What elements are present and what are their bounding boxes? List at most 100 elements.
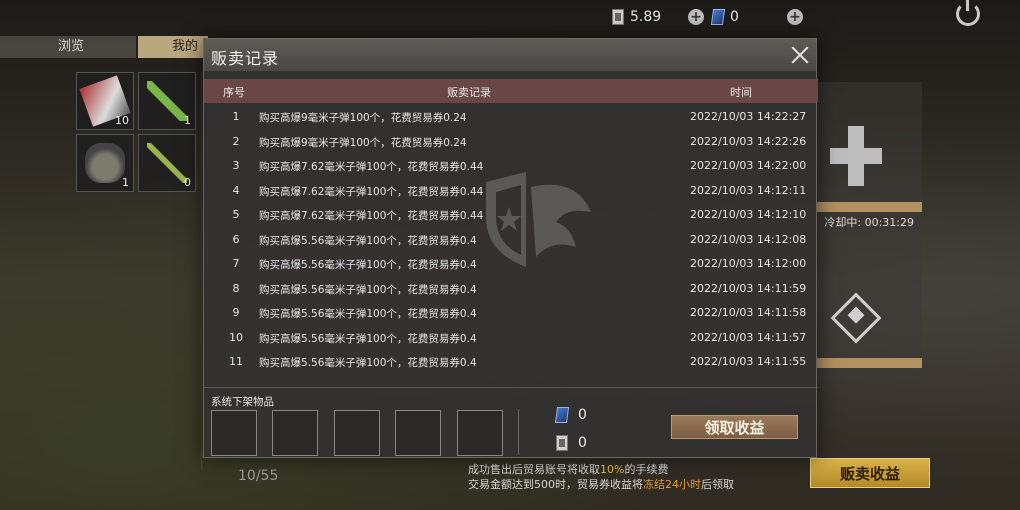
- card-reward-count: 0: [578, 407, 587, 423]
- medical-cross-icon: [830, 126, 882, 186]
- fee-notice: 成功售出后贸易账号将收取10%的手续费 交易金额达到500时，贸易券收益将冻结2…: [468, 462, 734, 492]
- status-bar: [816, 358, 922, 368]
- row-record: 购买高爆5.56毫米子弹100个，花费贸易券0.4: [259, 308, 477, 320]
- dialog-header: 贩卖记录: [204, 39, 816, 71]
- row-seq: 2: [232, 134, 240, 148]
- row-seq: 10: [229, 330, 243, 344]
- claim-earnings-button[interactable]: 领取收益: [671, 415, 798, 439]
- table-row: 4 购买高爆7.62毫米子弹100个，花费贸易券0.44 2022/10/03 …: [204, 179, 818, 204]
- card-balance: 0: [710, 9, 739, 25]
- system-delisted-label: 系统下架物品: [211, 396, 274, 408]
- table-row: 11 购买高爆5.56毫米子弹100个，花费贸易券0.4 2022/10/03 …: [204, 350, 818, 375]
- row-time: 2022/10/03 14:22:27: [690, 110, 807, 123]
- row-time: 2022/10/03 14:11:58: [690, 306, 807, 319]
- item-quantity: 1: [122, 176, 129, 189]
- notice-text: 后领取: [701, 478, 734, 491]
- row-seq: 8: [232, 281, 240, 295]
- item-quantity: 1: [184, 114, 191, 127]
- notice-text: 交易金额达到500时，贸易券收益将: [468, 478, 643, 491]
- row-time: 2022/10/03 14:22:26: [690, 134, 807, 148]
- row-seq: 1: [232, 110, 240, 123]
- cooldown-timer: 冷却中: 00:31:29: [824, 216, 914, 229]
- tab-mine[interactable]: 我的: [138, 36, 208, 58]
- trade-coupon-icon: [556, 435, 568, 451]
- row-record: 购买高爆5.56毫米子弹100个，花费贸易券0.4: [259, 332, 477, 345]
- row-time: 2022/10/03 14:12:08: [690, 232, 807, 246]
- row-time: 2022/10/03 14:12:10: [690, 208, 807, 221]
- row-record: 购买高爆5.56毫米子弹100个，花费贸易券0.4: [259, 234, 477, 247]
- inventory-slot[interactable]: 10: [76, 72, 134, 130]
- add-card-button[interactable]: +: [787, 9, 803, 25]
- power-icon[interactable]: [956, 0, 980, 26]
- row-record: 购买高爆9毫米子弹100个，花费贸易券0.24: [259, 112, 467, 124]
- inventory-capacity: 10/55: [238, 468, 279, 484]
- row-time: 2022/10/03 14:11:59: [690, 281, 807, 295]
- table-row: 5 购买高爆7.62毫米子弹100个，花费贸易券0.44 2022/10/03 …: [204, 203, 818, 228]
- sales-record-dialog: 贩卖记录 序号 贩卖记录 时间 1 购买高爆9毫米子弹100个，花费贸易券0.2…: [203, 38, 818, 458]
- coupon-balance-value: 5.89: [630, 9, 662, 25]
- trade-card-icon: [554, 407, 570, 423]
- card-reward: 0: [554, 407, 587, 423]
- row-seq: 11: [229, 355, 243, 368]
- trade-coupon-icon: [612, 9, 624, 25]
- row-seq: 3: [232, 159, 240, 172]
- delisted-item-slot[interactable]: [457, 410, 503, 456]
- delisted-item-slot[interactable]: [272, 410, 318, 456]
- top-bar: 5.89 + 0 +: [0, 0, 1020, 36]
- coupon-reward-count: 0: [578, 435, 587, 451]
- footer-separator: [518, 409, 519, 455]
- notice-fee-rate: 10%: [600, 463, 625, 476]
- row-record: 购买高爆5.56毫米子弹100个，花费贸易券0.4: [259, 259, 477, 271]
- item-quantity: 0: [184, 176, 191, 189]
- row-record: 购买高爆9毫米子弹100个，花费贸易券0.24: [259, 136, 467, 149]
- close-icon[interactable]: [788, 43, 812, 67]
- trade-card-icon: [710, 9, 726, 25]
- grenade-icon: [85, 143, 125, 183]
- row-seq: 9: [232, 306, 240, 319]
- coupon-reward: 0: [556, 435, 587, 451]
- inventory-slot[interactable]: 1: [138, 72, 196, 130]
- item-quantity: 10: [115, 114, 129, 127]
- row-seq: 7: [232, 257, 240, 270]
- row-seq: 6: [232, 232, 240, 246]
- row-time: 2022/10/03 14:22:00: [690, 159, 807, 172]
- notice-text: 成功售出后贸易账号将收取: [468, 463, 600, 476]
- notice-text: 的手续费: [624, 463, 669, 476]
- row-record: 购买高爆7.62毫米子弹100个，花费贸易券0.44: [259, 161, 484, 173]
- column-header-record: 贩卖记录: [447, 86, 491, 99]
- inventory-slot[interactable]: 0: [138, 134, 196, 192]
- coupon-balance: 5.89: [612, 9, 661, 25]
- delisted-item-slot[interactable]: [211, 410, 257, 456]
- delisted-item-slot[interactable]: [395, 410, 441, 456]
- inventory-grid: 10 1 1 0: [76, 72, 202, 470]
- row-time: 2022/10/03 14:12:11: [690, 183, 807, 197]
- column-header-time: 时间: [730, 86, 752, 99]
- table-row: 7 购买高爆5.56毫米子弹100个，花费贸易券0.4 2022/10/03 1…: [204, 252, 818, 277]
- cooldown-bar: [816, 202, 922, 212]
- table-row: 9 购买高爆5.56毫米子弹100个，花费贸易券0.4 2022/10/03 1…: [204, 301, 818, 326]
- sell-earnings-button[interactable]: 贩卖收益: [810, 458, 930, 488]
- table-row: 1 购买高爆9毫米子弹100个，花费贸易券0.24 2022/10/03 14:…: [204, 105, 818, 130]
- card-balance-value: 0: [730, 9, 739, 25]
- row-record: 购买高爆5.56毫米子弹100个，花费贸易券0.4: [259, 283, 477, 296]
- table-row: 6 购买高爆5.56毫米子弹100个，花费贸易券0.4 2022/10/03 1…: [204, 228, 818, 253]
- table-row: 3 购买高爆7.62毫米子弹100个，花费贸易券0.44 2022/10/03 …: [204, 154, 818, 179]
- syringe-icon: [147, 81, 187, 121]
- tool-icon: [147, 143, 187, 183]
- row-time: 2022/10/03 14:11:57: [690, 330, 807, 344]
- footer-divider: [204, 387, 818, 388]
- row-time: 2022/10/03 14:12:00: [690, 257, 807, 270]
- table-row: 10 购买高爆5.56毫米子弹100个，花费贸易券0.4 2022/10/03 …: [204, 326, 818, 351]
- table-row: 8 购买高爆5.56毫米子弹100个，花费贸易券0.4 2022/10/03 1…: [204, 277, 818, 302]
- add-coupon-button[interactable]: +: [688, 9, 704, 25]
- row-record: 购买高爆7.62毫米子弹100个，花费贸易券0.44: [259, 185, 484, 198]
- records-list[interactable]: 1 购买高爆9毫米子弹100个，花费贸易券0.24 2022/10/03 14:…: [204, 105, 818, 383]
- tab-browse[interactable]: 浏览: [0, 36, 136, 58]
- inventory-slot[interactable]: 1: [76, 134, 134, 192]
- table-header: 序号 贩卖记录 时间: [204, 79, 818, 103]
- row-time: 2022/10/03 14:11:55: [690, 355, 807, 368]
- column-header-seq: 序号: [223, 86, 245, 99]
- delisted-item-slot[interactable]: [334, 410, 380, 456]
- row-record: 购买高爆7.62毫米子弹100个，花费贸易券0.44: [259, 210, 484, 222]
- notice-freeze-period: 冻结24小时: [643, 478, 701, 491]
